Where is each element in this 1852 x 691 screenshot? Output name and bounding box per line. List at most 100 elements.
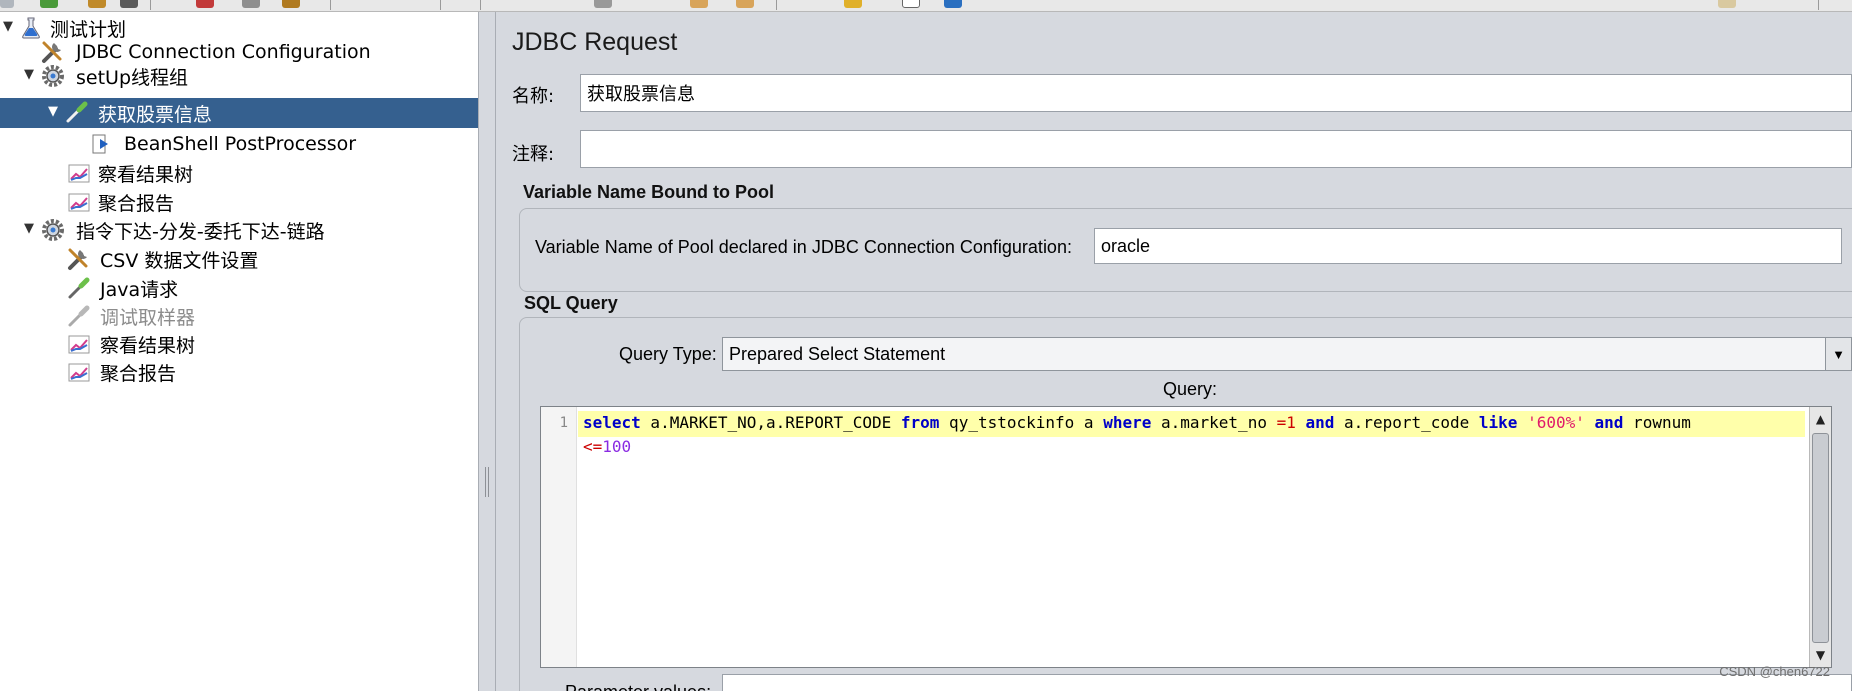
toolbar-icon[interactable]: [736, 0, 754, 8]
toolbar-icon[interactable]: [40, 0, 58, 8]
tree-item-beanshell-postprocessor[interactable]: BeanShell PostProcessor: [0, 130, 478, 158]
sql-query-editor[interactable]: 1 select a.MARKET_NO,a.REPORT_CODE from …: [540, 406, 1832, 668]
scroll-up-icon[interactable]: ▲: [1810, 409, 1831, 429]
page-title: JDBC Request: [512, 28, 678, 56]
tree-item-csv-data-set[interactable]: CSV 数据文件设置: [0, 245, 478, 273]
gear-icon: [42, 219, 64, 241]
toolbar-icon[interactable]: [902, 0, 920, 8]
tree-item-command-thread-group[interactable]: ▼ 指令下达-分发-委托下达-链路: [0, 216, 478, 244]
toolbar-icon[interactable]: [594, 0, 612, 8]
tree-item-java-request[interactable]: Java请求: [0, 274, 478, 302]
toolbar-icon[interactable]: [88, 0, 106, 8]
graph-icon: [68, 193, 90, 212]
toolbar-separator: [330, 0, 331, 10]
wrench-icon: [68, 248, 88, 270]
tree-item-label: BeanShell PostProcessor: [124, 133, 357, 155]
code-token: a.market_no: [1151, 413, 1277, 432]
graph-icon: [68, 335, 90, 354]
toolbar-icon[interactable]: [844, 0, 862, 8]
tree-item-setup-thread-group[interactable]: ▼ setUp线程组: [0, 62, 478, 90]
toolbar-icon[interactable]: [196, 0, 214, 8]
tree-item-aggregate-report[interactable]: 聚合报告: [0, 188, 478, 216]
tree-item-label: setUp线程组: [76, 66, 189, 89]
toolbar-icon[interactable]: [944, 0, 962, 8]
code-line[interactable]: select a.MARKET_NO,a.REPORT_CODE from qy…: [583, 413, 1691, 432]
divider-grip[interactable]: [485, 467, 489, 497]
tree-item-debug-sampler[interactable]: 调试取样器: [0, 302, 478, 330]
tree-item-label: 获取股票信息: [98, 103, 213, 126]
scroll-down-icon[interactable]: ▼: [1810, 645, 1831, 665]
split-pane-divider[interactable]: [478, 12, 496, 691]
code-token: a.report_code: [1334, 413, 1479, 432]
editor-vertical-scrollbar[interactable]: ▲ ▼: [1809, 407, 1831, 667]
code-token: 100: [602, 437, 632, 456]
parameter-values-input[interactable]: [722, 674, 1852, 691]
watermark: CSDN @chen6722: [1719, 664, 1830, 679]
parameter-values-label: Parameter values:: [565, 682, 711, 691]
tree-item-label: 聚合报告: [98, 192, 175, 215]
code-token: and: [1305, 413, 1335, 432]
tree-item-view-results-tree[interactable]: 察看结果树: [0, 159, 478, 187]
code-line[interactable]: <=100: [583, 437, 631, 456]
tree-item-label: JDBC Connection Configuration: [76, 41, 371, 63]
tree-item-get-stock-info[interactable]: ▼ 获取股票信息: [0, 98, 478, 128]
scrollbar-thumb[interactable]: [1812, 433, 1829, 643]
code-token: =1: [1276, 413, 1296, 432]
tree-item-label: 指令下达-分发-委托下达-链路: [76, 220, 325, 243]
code-token: and: [1594, 413, 1624, 432]
line-number: 1: [559, 415, 568, 431]
query-type-select[interactable]: Prepared Select Statement ▼: [722, 337, 1852, 371]
code-token: <=: [583, 437, 603, 456]
name-input[interactable]: 获取股票信息: [580, 74, 1852, 112]
toolbar-icon[interactable]: [690, 0, 708, 8]
test-plan-tree[interactable]: ▼ 测试计划 JDBC Connection Configuration ▼ s…: [0, 12, 478, 691]
line-number-gutter: 1: [541, 407, 577, 667]
tree-item-view-results-tree[interactable]: 察看结果树: [0, 330, 478, 358]
toolbar-icon[interactable]: [282, 0, 300, 8]
gear-icon: [42, 65, 64, 87]
expand-toggle-icon[interactable]: ▼: [22, 68, 36, 82]
toolbar-icon[interactable]: [242, 0, 260, 8]
expand-toggle-icon[interactable]: ▼: [22, 222, 36, 236]
tree-item-label: 聚合报告: [100, 362, 177, 385]
tree-item-aggregate-report[interactable]: 聚合报告: [0, 358, 478, 386]
comment-label: 注释:: [512, 144, 555, 165]
tree-item-label: Java请求: [100, 278, 179, 301]
code-token: select: [583, 413, 641, 432]
tree-item-label: CSV 数据文件设置: [100, 249, 259, 272]
expand-toggle-icon[interactable]: ▼: [46, 105, 60, 119]
pipette-icon: [66, 101, 88, 123]
tree-item-label: 察看结果树: [100, 334, 196, 357]
code-token: like: [1478, 413, 1518, 432]
expand-toggle-icon[interactable]: ▼: [1, 20, 15, 34]
query-label: Query:: [1163, 379, 1218, 399]
pipette-icon: [68, 305, 90, 327]
jdbc-request-panel: JDBC Request 名称: 获取股票信息 注释: Variable Nam…: [496, 12, 1852, 691]
pool-group-title: Variable Name Bound to Pool: [523, 182, 775, 202]
tree-item-label: 察看结果树: [98, 163, 194, 186]
graph-icon: [68, 363, 90, 382]
pool-name-input[interactable]: oracle: [1094, 228, 1842, 264]
pipette-icon: [68, 277, 90, 299]
code-token: where: [1103, 413, 1152, 432]
toolbar-icon[interactable]: [0, 0, 14, 8]
graph-icon: [68, 164, 90, 183]
query-type-value: Prepared Select Statement: [729, 343, 946, 364]
name-label: 名称:: [512, 86, 555, 107]
sql-query-group-title: SQL Query: [524, 293, 618, 313]
toolbar-separator: [776, 0, 777, 10]
toolbar-icon[interactable]: [1718, 0, 1736, 8]
chevron-down-icon[interactable]: ▼: [1825, 338, 1851, 370]
toolbar-separator: [1818, 0, 1819, 10]
pool-name-label: Variable Name of Pool declared in JDBC C…: [535, 237, 1072, 257]
toolbar: [0, 0, 1852, 12]
comment-input[interactable]: [580, 130, 1852, 168]
code-token: '600%': [1527, 413, 1585, 432]
toolbar-separator: [150, 0, 151, 10]
code-token: a.MARKET_NO,a.REPORT_CODE: [640, 413, 901, 432]
code-token: from: [900, 413, 940, 432]
toolbar-icon[interactable]: [120, 0, 138, 8]
toolbar-separator: [480, 0, 481, 10]
